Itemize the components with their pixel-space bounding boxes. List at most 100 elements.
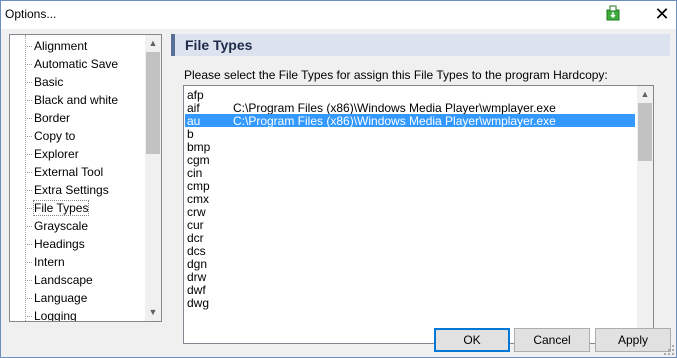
list-item[interactable]: cmp <box>185 179 635 193</box>
tree-connector <box>25 316 32 317</box>
file-extension: dgn <box>187 257 208 271</box>
list-item[interactable]: b <box>185 127 635 141</box>
apply-button[interactable]: Apply <box>595 328 671 352</box>
list-item[interactable]: crw <box>185 205 635 219</box>
tree-item-label: Intern <box>34 255 65 269</box>
file-types-list[interactable]: afp aif C:\Program Files (x86)\Windows Med… <box>183 85 654 344</box>
tree-connector <box>25 262 32 263</box>
file-extension: cgm <box>187 153 210 167</box>
chevron-up-icon[interactable]: ▲ <box>145 35 161 52</box>
tree-item[interactable]: Extra Settings <box>10 181 144 199</box>
list-item[interactable]: dwg <box>185 296 635 310</box>
tree-connector <box>25 244 32 245</box>
resize-grip-icon[interactable] <box>664 345 674 355</box>
file-extension: dwg <box>187 296 210 310</box>
tree-item[interactable]: Copy to <box>10 127 144 145</box>
file-types-panel: File Types Please select the File Types … <box>171 34 670 344</box>
tree-item[interactable]: Logging <box>10 307 144 322</box>
list-item[interactable]: cur <box>185 218 635 232</box>
tree-item-label: Language <box>34 291 88 305</box>
file-extension: dcs <box>187 244 206 258</box>
tree-item-label: External Tool <box>34 165 104 179</box>
tree-item[interactable]: File Types <box>10 199 144 217</box>
file-types-prompt: Please select the File Types for assign … <box>184 68 608 82</box>
file-extension: bmp <box>187 140 211 154</box>
tree-connector <box>25 46 32 47</box>
tree-connector <box>25 226 32 227</box>
tree-item-label: Extra Settings <box>34 183 109 197</box>
tree-item-label: Basic <box>34 75 64 89</box>
list-item[interactable]: aif C:\Program Files (x86)\Windows Media … <box>185 101 635 115</box>
tree-connector <box>25 100 32 101</box>
tree-item[interactable]: Grayscale <box>10 217 144 235</box>
tree-item[interactable]: Explorer <box>10 145 144 163</box>
list-item[interactable]: cmx <box>185 192 635 206</box>
tree-item-label: File Types <box>32 200 90 216</box>
chevron-down-icon[interactable]: ▼ <box>145 304 161 321</box>
tree-connector <box>25 64 32 65</box>
tree-item[interactable]: External Tool <box>10 163 144 181</box>
list-item[interactable]: dcs <box>185 244 635 258</box>
tree-item-label: Grayscale <box>34 219 89 233</box>
list-item[interactable]: cin <box>185 166 635 180</box>
title-bar[interactable]: Options... ✕ <box>1 1 676 29</box>
file-extension: aif <box>187 101 200 115</box>
tree-item-label: Automatic Save <box>34 57 119 71</box>
file-extension: crw <box>187 205 206 219</box>
file-extension: dwf <box>187 283 206 297</box>
tree-item[interactable]: Intern <box>10 253 144 271</box>
tree-connector <box>25 82 32 83</box>
list-item[interactable]: dwf <box>185 283 635 297</box>
tree-item-label: Alignment <box>34 39 88 53</box>
tree-item-label: Border <box>34 111 71 125</box>
tree-item[interactable]: Headings <box>10 235 144 253</box>
panel-header-accent <box>171 34 175 56</box>
tree-item-label: Copy to <box>34 129 76 143</box>
panel-title: File Types <box>185 37 253 53</box>
list-item[interactable]: afp <box>185 88 635 102</box>
file-extension: b <box>187 127 194 141</box>
tree-item-label: Headings <box>34 237 85 251</box>
panel-header: File Types <box>171 34 670 56</box>
options-category-tree[interactable]: Alignment Automatic Save Basic Black and wh… <box>9 34 162 322</box>
file-extension: cmp <box>187 179 210 193</box>
tree-connector <box>25 208 32 209</box>
list-scrollbar[interactable]: ▲ ▼ <box>637 86 653 343</box>
tree-item[interactable]: Language <box>10 289 144 307</box>
tree-item[interactable]: Basic <box>10 73 144 91</box>
list-item[interactable]: au C:\Program Files (x86)\Windows Media P… <box>185 114 635 128</box>
list-scrollbar-thumb[interactable] <box>638 103 652 161</box>
file-extension: dcr <box>187 231 204 245</box>
tree-connector <box>25 172 32 173</box>
close-icon[interactable]: ✕ <box>651 3 673 25</box>
tree-scrollbar[interactable]: ▲ ▼ <box>145 35 161 321</box>
tree-connector <box>25 280 32 281</box>
file-extension: cmx <box>187 192 209 206</box>
tree-connector <box>25 298 32 299</box>
tree-item[interactable]: Landscape <box>10 271 144 289</box>
tree-item[interactable]: Black and white <box>10 91 144 109</box>
ok-button[interactable]: OK <box>434 328 510 352</box>
list-item[interactable]: drw <box>185 270 635 284</box>
file-extension: afp <box>187 88 204 102</box>
tree-item[interactable]: Automatic Save <box>10 55 144 73</box>
tree-item[interactable]: Border <box>10 109 144 127</box>
associated-program-path: C:\Program Files (x86)\Windows Media Pla… <box>233 101 556 115</box>
file-extension: cin <box>187 166 203 180</box>
list-item[interactable]: cgm <box>185 153 635 167</box>
tree-item-label: Explorer <box>34 147 79 161</box>
tree-scrollbar-thumb[interactable] <box>146 52 160 154</box>
tree-connector <box>25 118 32 119</box>
list-item[interactable]: bmp <box>185 140 635 154</box>
pin-icon[interactable] <box>606 5 620 21</box>
list-item[interactable]: dgn <box>185 257 635 271</box>
tree-item-label: Logging <box>34 309 77 322</box>
cancel-button[interactable]: Cancel <box>514 328 590 352</box>
list-item[interactable]: dcr <box>185 231 635 245</box>
file-extension: cur <box>187 218 204 232</box>
tree-item[interactable]: Alignment <box>10 37 144 55</box>
tree-connector <box>25 190 32 191</box>
tree-item-label: Black and white <box>34 93 119 107</box>
chevron-up-icon[interactable]: ▲ <box>637 86 653 103</box>
tree-connector <box>25 136 32 137</box>
